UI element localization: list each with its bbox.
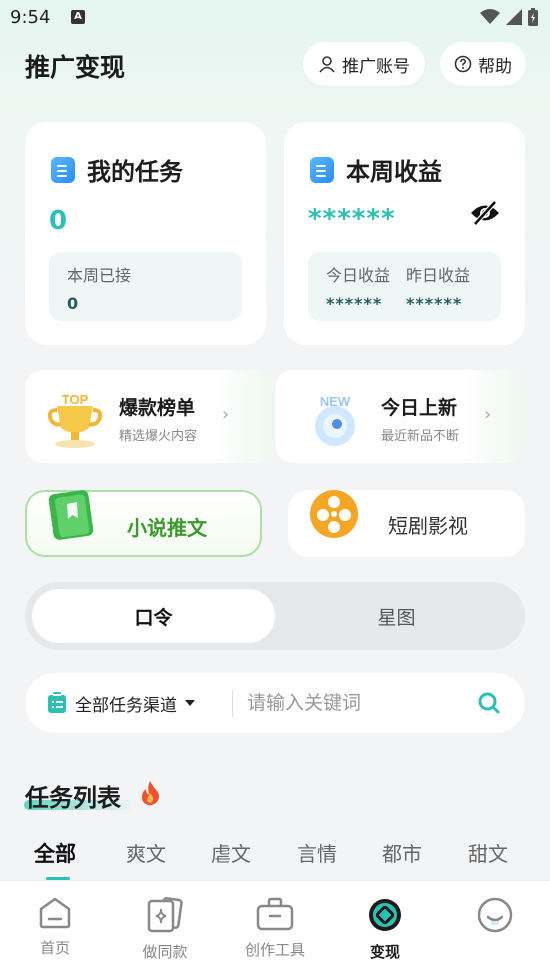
- today-income-label: 今日收益: [326, 266, 391, 285]
- profile-icon: [477, 897, 513, 933]
- book-icon: [48, 490, 94, 540]
- tab-urban[interactable]: 都市: [382, 838, 422, 867]
- nav-creation-tools[interactable]: 创作工具: [220, 897, 330, 960]
- caret-down-icon: [185, 700, 195, 706]
- status-time: 9:54: [10, 7, 51, 28]
- new-today-card[interactable]: NEW 今日上新 最近新品不断 ›: [275, 370, 525, 463]
- sparkle-cards-icon: [147, 897, 183, 933]
- my-tasks-card[interactable]: 我的任务 0 本周已接 0: [25, 122, 266, 345]
- tab-romance[interactable]: 言情: [297, 838, 337, 867]
- nav-monetize-label: 变现: [369, 943, 400, 961]
- weekly-income-card[interactable]: 本周收益 ****** 今日收益 ****** 昨日收益 ******: [284, 122, 525, 345]
- trophy-icon: TOP: [47, 392, 103, 448]
- nav-same-style[interactable]: 做同款: [110, 897, 220, 962]
- svg-text:TOP: TOP: [62, 392, 89, 407]
- promo-account-button[interactable]: 推广账号: [303, 42, 425, 86]
- notification-icon: A: [71, 10, 85, 24]
- film-reel-icon: [310, 490, 358, 538]
- hot-list-subtitle: 精选爆火内容: [119, 429, 198, 444]
- search-icon[interactable]: [477, 691, 501, 715]
- nav-home[interactable]: 首页: [0, 897, 110, 958]
- page-title: 推广变现: [25, 53, 126, 82]
- segment-star-map[interactable]: 星图: [275, 589, 518, 643]
- flame-icon: [142, 781, 159, 806]
- nav-profile[interactable]: [440, 897, 550, 941]
- novel-label: 小说推文: [127, 516, 207, 540]
- my-tasks-count: 0: [49, 206, 68, 236]
- document-icon: [310, 156, 334, 183]
- week-accepted-value: 0: [67, 294, 79, 313]
- nav-home-label: 首页: [39, 939, 70, 957]
- new-today-subtitle: 最近新品不断: [381, 429, 460, 444]
- weekly-income-value: ******: [308, 204, 396, 234]
- divider: [232, 690, 233, 717]
- monetize-icon: [369, 899, 401, 931]
- tab-shuangwen[interactable]: 爽文: [126, 838, 166, 867]
- income-detail-box: 今日收益 ****** 昨日收益 ******: [308, 252, 501, 321]
- search-input[interactable]: [247, 685, 467, 721]
- nav-same-style-label: 做同款: [142, 943, 188, 961]
- drama-promo-button[interactable]: 短剧影视: [288, 490, 525, 557]
- new-today-title: 今日上新: [381, 397, 458, 419]
- nav-monetize[interactable]: 变现: [330, 897, 440, 962]
- today-income-value: ******: [326, 294, 383, 313]
- week-accepted-label: 本周已接: [67, 266, 132, 285]
- yesterday-income-value: ******: [406, 294, 463, 313]
- nav-creation-tools-label: 创作工具: [244, 941, 305, 959]
- weekly-income-title: 本周收益: [346, 158, 442, 186]
- chevron-right-icon: ›: [484, 404, 492, 425]
- chevron-right-icon: ›: [222, 404, 230, 425]
- task-list-title: 任务列表: [25, 784, 121, 812]
- user-icon: [319, 56, 335, 73]
- toolbox-icon: [256, 897, 294, 931]
- week-accepted-box: 本周已接 0: [49, 252, 242, 321]
- status-icons: [480, 8, 538, 26]
- new-badge-icon: NEW: [315, 394, 355, 446]
- novel-promo-button[interactable]: 小说推文: [25, 490, 262, 557]
- home-icon: [39, 897, 71, 929]
- hot-list-card[interactable]: TOP 爆款榜单 精选爆火内容 ›: [25, 370, 275, 463]
- wifi-icon: [480, 9, 500, 24]
- channel-filter-dropdown[interactable]: 全部任务渠道: [47, 673, 195, 733]
- channel-filter-label: 全部任务渠道: [75, 695, 177, 716]
- battery-icon: [528, 8, 538, 26]
- signal-icon: [506, 9, 522, 25]
- tab-sweet[interactable]: 甜文: [468, 838, 508, 867]
- hot-list-title: 爆款榜单: [119, 397, 196, 419]
- help-button[interactable]: 帮助: [440, 42, 526, 86]
- clipboard-icon: [48, 692, 66, 713]
- my-tasks-title: 我的任务: [87, 158, 183, 186]
- bottom-nav: 首页 做同款 创作工具 变现: [0, 880, 550, 977]
- tab-nuewen[interactable]: 虐文: [211, 838, 251, 867]
- drama-label: 短剧影视: [388, 514, 468, 538]
- eye-off-icon[interactable]: [469, 200, 501, 226]
- promo-account-label: 推广账号: [342, 56, 410, 77]
- segment-control: 口令 星图: [25, 582, 525, 650]
- help-icon: [454, 55, 472, 73]
- yesterday-income-label: 昨日收益: [406, 266, 471, 285]
- segment-password[interactable]: 口令: [32, 589, 275, 643]
- svg-text:NEW: NEW: [320, 394, 351, 409]
- tab-all[interactable]: 全部: [34, 838, 76, 868]
- document-icon: [51, 156, 75, 183]
- help-label: 帮助: [478, 56, 512, 77]
- task-tabs: 全部 爽文 虐文 言情 都市 甜文: [0, 838, 550, 878]
- search-bar: 全部任务渠道: [25, 673, 525, 733]
